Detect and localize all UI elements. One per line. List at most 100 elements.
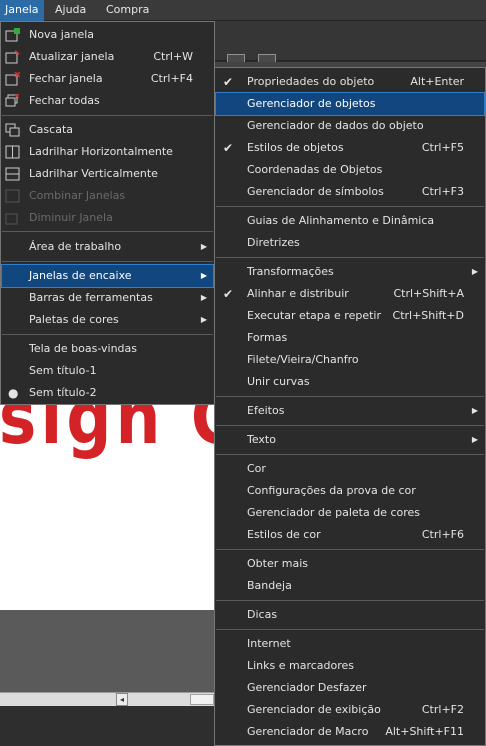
menu-item-guias-de-alinhamento[interactable]: Guias de Alinhamento e Dinâmica <box>216 210 484 232</box>
menu-item-propriedades-do-objeto[interactable]: ✔ Propriedades do objeto Alt+Enter <box>216 71 484 93</box>
menu-item-cascata[interactable]: Cascata <box>2 119 213 141</box>
menu-item-diminuir-janela: Diminuir Janela <box>2 207 213 229</box>
menu-separator <box>2 231 213 232</box>
menu-item-gerenciador-de-exibicao[interactable]: Gerenciador de exibição Ctrl+F2 <box>216 699 484 721</box>
menu-item-cor[interactable]: Cor <box>216 458 484 480</box>
janelas-de-encaixe-submenu: ✔ Propriedades do objeto Alt+Enter Geren… <box>214 67 486 746</box>
menu-item-ladrilhar-vertical[interactable]: Ladrilhar Verticalmente <box>2 163 213 185</box>
close-window-icon <box>5 71 21 86</box>
tile-vertical-icon <box>5 167 20 181</box>
menu-item-shortcut: Ctrl+F3 <box>421 185 464 198</box>
menu-item-sem-titulo-2[interactable]: ● Sem título-2 <box>2 382 213 404</box>
new-window-icon <box>5 28 20 42</box>
active-document-bullet-icon: ● <box>8 386 19 400</box>
menu-item-fechar-todas[interactable]: Fechar todas <box>2 90 213 112</box>
menu-item-ladrilhar-horizontal[interactable]: Ladrilhar Horizontalmente <box>2 141 213 163</box>
menu-item-shortcut: Ctrl+Shift+D <box>392 309 464 322</box>
checkmark-icon: ✔ <box>223 75 234 89</box>
menu-item-label: Área de trabalho <box>29 240 122 253</box>
menu-item-obter-mais[interactable]: Obter mais <box>216 553 484 575</box>
menu-item-estilos-de-cor[interactable]: Estilos de cor Ctrl+F6 <box>216 524 484 546</box>
menu-item-label: Dicas <box>247 608 278 621</box>
menu-item-label: Gerenciador de paleta de cores <box>247 506 421 519</box>
menu-item-filete-vieira-chanfro[interactable]: Filete/Vieira/Chanfro <box>216 349 484 371</box>
cascade-icon <box>5 123 20 137</box>
menu-item-gerenciador-desfazer[interactable]: Gerenciador Desfazer <box>216 677 484 699</box>
menu-item-barras-de-ferramentas[interactable]: Barras de ferramentas ▶ <box>2 287 213 309</box>
submenu-arrow-icon: ▶ <box>471 406 478 415</box>
menu-item-atualizar-janela[interactable]: Atualizar janela Ctrl+W <box>2 46 213 68</box>
menu-item-unir-curvas[interactable]: Unir curvas <box>216 371 484 393</box>
menu-item-coordenadas-de-objetos[interactable]: Coordenadas de Objetos <box>216 159 484 181</box>
menu-item-shortcut: Ctrl+F4 <box>150 72 193 85</box>
menu-item-janelas-de-encaixe[interactable]: Janelas de encaixe ▶ <box>1 264 214 288</box>
menu-item-label: Gerenciador de símbolos <box>247 185 384 198</box>
menu-item-gerenciador-de-objetos[interactable]: Gerenciador de objetos <box>215 92 485 116</box>
menu-item-area-de-trabalho[interactable]: Área de trabalho ▶ <box>2 236 213 258</box>
menu-item-internet[interactable]: Internet <box>216 633 484 655</box>
menu-item-label: Formas <box>247 331 288 344</box>
menu-bar: Janela Ajuda Compra <box>0 0 486 21</box>
menu-separator <box>216 396 484 397</box>
menu-item-label: Filete/Vieira/Chanfro <box>247 353 359 366</box>
checkmark-icon: ✔ <box>223 141 234 155</box>
menu-item-label: Combinar Janelas <box>29 189 126 202</box>
refresh-window-icon <box>5 50 20 64</box>
submenu-arrow-icon: ▶ <box>200 315 207 324</box>
menu-item-estilos-de-objetos[interactable]: ✔ Estilos de objetos Ctrl+F5 <box>216 137 484 159</box>
menu-item-label: Cor <box>247 462 266 475</box>
document-page[interactable]: esign C <box>0 403 216 610</box>
menu-item-label: Unir curvas <box>247 375 310 388</box>
menu-item-shortcut: Ctrl+Shift+A <box>393 287 464 300</box>
horizontal-scrollbar[interactable]: ◂ <box>0 692 216 706</box>
menu-item-label: Barras de ferramentas <box>29 291 153 304</box>
menu-item-dicas[interactable]: Dicas <box>216 604 484 626</box>
scroll-left-arrow-icon[interactable]: ◂ <box>116 693 128 706</box>
menu-item-shortcut: Ctrl+W <box>153 50 193 63</box>
menu-item-links-e-marcadores[interactable]: Links e marcadores <box>216 655 484 677</box>
menu-compra[interactable]: Compra <box>101 0 154 21</box>
menu-item-bandeja[interactable]: Bandeja <box>216 575 484 597</box>
menu-item-label: Texto <box>247 433 276 446</box>
menu-ajuda[interactable]: Ajuda <box>50 0 91 21</box>
menu-item-label: Coordenadas de Objetos <box>247 163 383 176</box>
menu-separator <box>216 206 484 207</box>
menu-item-alinhar-e-distribuir[interactable]: ✔ Alinhar e distribuir Ctrl+Shift+A <box>216 283 484 305</box>
menu-item-label: Gerenciador de Macro <box>247 725 369 738</box>
menu-item-label: Gerenciador de objetos <box>247 97 376 110</box>
menu-item-gerenciador-de-paleta-de-cores[interactable]: Gerenciador de paleta de cores <box>216 502 484 524</box>
menu-item-executar-etapa-e-repetir[interactable]: Executar etapa e repetir Ctrl+Shift+D <box>216 305 484 327</box>
menu-item-diretrizes[interactable]: Diretrizes <box>216 232 484 254</box>
menu-separator <box>216 600 484 601</box>
menu-item-gerenciador-de-dados-do-objeto[interactable]: Gerenciador de dados do objeto <box>216 115 484 137</box>
menu-item-nova-janela[interactable]: Nova janela <box>2 24 213 46</box>
menu-item-formas[interactable]: Formas <box>216 327 484 349</box>
menu-item-shortcut: Alt+Shift+F11 <box>385 725 464 738</box>
menu-item-tela-de-boas-vindas[interactable]: Tela de boas-vindas <box>2 338 213 360</box>
menu-item-label: Sem título-2 <box>29 386 97 399</box>
menu-item-label: Atualizar janela <box>29 50 115 63</box>
menu-item-combinar-janelas: Combinar Janelas <box>2 185 213 207</box>
menu-item-label: Diminuir Janela <box>29 211 113 224</box>
menu-item-paletas-de-cores[interactable]: Paletas de cores ▶ <box>2 309 213 331</box>
menu-item-texto[interactable]: Texto ▶ <box>216 429 484 451</box>
menu-item-label: Transformações <box>247 265 334 278</box>
menu-item-label: Janelas de encaixe <box>29 269 132 282</box>
menu-item-label: Obter mais <box>247 557 308 570</box>
menu-item-shortcut: Ctrl+F6 <box>421 528 464 541</box>
menu-item-label: Sem título-1 <box>29 364 97 377</box>
menu-item-fechar-janela[interactable]: Fechar janela Ctrl+F4 <box>2 68 213 90</box>
menu-janela[interactable]: Janela <box>0 0 44 21</box>
menu-item-shortcut: Alt+Enter <box>410 75 464 88</box>
menu-item-gerenciador-de-macro[interactable]: Gerenciador de Macro Alt+Shift+F11 <box>216 721 484 743</box>
tile-horizontal-icon <box>5 145 20 159</box>
menu-item-sem-titulo-1[interactable]: Sem título-1 <box>2 360 213 382</box>
submenu-arrow-icon: ▶ <box>200 293 207 302</box>
menu-separator <box>2 334 213 335</box>
menu-item-transformacoes[interactable]: Transformações ▶ <box>216 261 484 283</box>
menu-item-efeitos[interactable]: Efeitos ▶ <box>216 400 484 422</box>
menu-item-gerenciador-de-simbolos[interactable]: Gerenciador de símbolos Ctrl+F3 <box>216 181 484 203</box>
scrollbar-thumb[interactable] <box>190 694 214 705</box>
menu-item-label: Gerenciador de dados do objeto <box>247 119 424 132</box>
menu-item-configuracoes-prova-de-cor[interactable]: Configurações da prova de cor <box>216 480 484 502</box>
